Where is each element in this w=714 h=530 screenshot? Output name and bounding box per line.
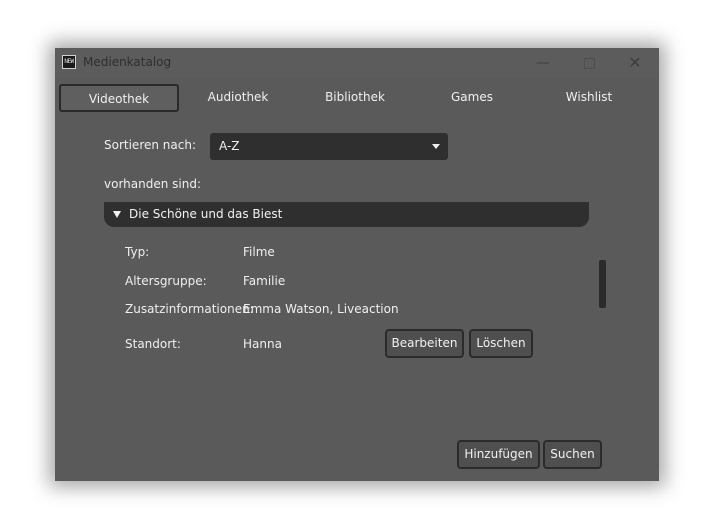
field-label-age-group: Altersgruppe: — [125, 274, 207, 288]
sort-label: Sortieren nach: — [104, 138, 196, 152]
title-bar[interactable]: NEW Medienkatalog — ✕ — [55, 48, 659, 78]
tab-bibliothek[interactable]: Bibliothek — [295, 84, 415, 112]
app-icon: NEW — [62, 55, 76, 69]
media-list[interactable]: Die Schöne und das Biest Typ: Filme Alte… — [104, 202, 591, 414]
edit-button[interactable]: Bearbeiten — [385, 329, 464, 358]
sort-select[interactable]: A-Z — [210, 133, 448, 160]
field-value-age-group: Familie — [243, 274, 286, 288]
field-label-location: Standort: — [125, 337, 181, 351]
app-window: NEW Medienkatalog — ✕ Videothek Audiothe… — [55, 48, 659, 481]
search-button[interactable]: Suchen — [543, 440, 602, 469]
list-item-header[interactable]: Die Schöne und das Biest — [104, 202, 589, 227]
tab-audiothek[interactable]: Audiothek — [178, 84, 298, 112]
maximize-button[interactable] — [566, 48, 612, 78]
available-label: vorhanden sind: — [104, 177, 202, 191]
field-value-location: Hanna — [243, 337, 282, 351]
sort-value: A-Z — [219, 139, 240, 153]
triangle-down-icon — [113, 211, 121, 218]
chevron-down-icon — [432, 144, 440, 149]
field-label-extra-info: Zusatzinformationen: — [125, 302, 254, 316]
add-button[interactable]: Hinzufügen — [457, 440, 540, 469]
list-scrollbar[interactable] — [599, 260, 606, 308]
minimize-button[interactable]: — — [520, 48, 566, 78]
delete-button[interactable]: Löschen — [469, 329, 533, 358]
tab-games[interactable]: Games — [412, 84, 532, 112]
window-title: Medienkatalog — [83, 55, 172, 69]
close-button[interactable]: ✕ — [612, 48, 658, 78]
field-value-type: Filme — [243, 245, 275, 259]
tab-wishlist[interactable]: Wishlist — [529, 84, 649, 112]
tab-videothek[interactable]: Videothek — [59, 84, 179, 112]
field-label-type: Typ: — [125, 245, 150, 259]
field-value-extra-info: Emma Watson, Liveaction — [243, 302, 399, 316]
item-title: Die Schöne und das Biest — [129, 207, 283, 221]
maximize-icon — [583, 57, 595, 69]
